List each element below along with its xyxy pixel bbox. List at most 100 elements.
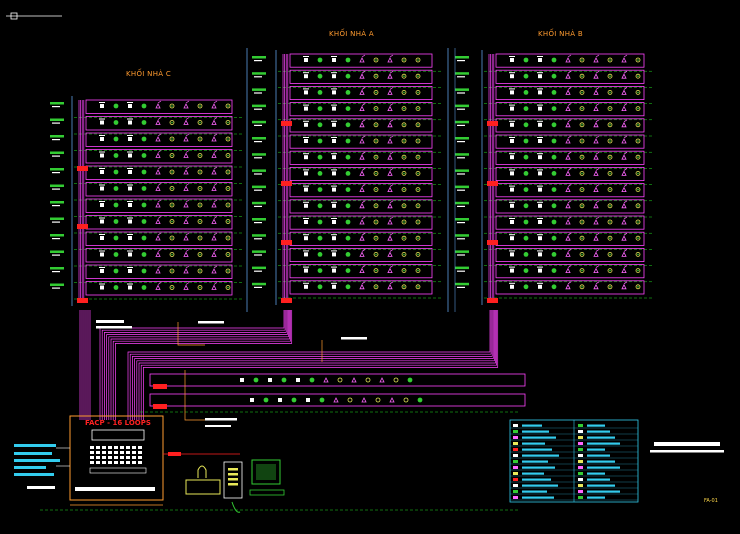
block-b-heat-detector	[551, 219, 557, 225]
block-c-mcp-lead	[213, 216, 218, 219]
block-a-detector-label	[303, 201, 309, 203]
block-c-heat-detector	[113, 120, 119, 125]
block-b-heat-detector	[551, 106, 557, 111]
block-a-manual-call-point	[359, 105, 365, 111]
block-a-floor-tag	[252, 234, 266, 237]
block-c-junction-box	[77, 166, 88, 171]
block-b-mcp-lead	[623, 54, 628, 58]
block-c-detector-label	[99, 151, 105, 153]
block-c-bell-core	[199, 286, 201, 289]
block-b-bell-core	[609, 91, 611, 94]
legend-desc-bar	[587, 472, 605, 475]
block-b-mcp-lead	[567, 184, 572, 187]
podium-bell	[375, 397, 381, 403]
block-c-mcp-lead	[213, 282, 218, 285]
legend-desc-bar	[587, 478, 610, 481]
block-a-manual-call-point	[359, 283, 365, 290]
block-a-detector-label	[331, 153, 337, 155]
leader-tag	[341, 337, 367, 340]
block-b-detector-label	[509, 234, 515, 236]
block-b-manual-call-point	[565, 105, 571, 111]
block-c-bell-core	[171, 171, 173, 173]
block-b-manual-call-point	[621, 73, 627, 79]
block-a-detector-label	[331, 72, 337, 74]
block-c-mcp-lead	[157, 133, 162, 137]
block-b-mcp-lead	[623, 184, 628, 187]
block-b-manual-call-point	[565, 251, 571, 257]
block-a-heat-detector	[317, 187, 323, 193]
panel-zone-led	[132, 446, 136, 449]
block-c-mcp-lead	[213, 232, 218, 236]
legend-symbol	[578, 442, 583, 445]
block-a-detector-label	[331, 218, 337, 219]
block-a-manual-call-point	[387, 89, 393, 95]
panel-zone-led	[138, 446, 142, 449]
block-b-bell-core	[609, 75, 611, 77]
block-c-mcp-lead	[213, 199, 218, 203]
block-b-mcp-lead	[567, 281, 572, 285]
block-c-bell-core	[171, 253, 173, 256]
panel-zone-led	[102, 456, 106, 459]
block-b-mcp-lead	[623, 103, 628, 106]
panel-zone-led	[114, 461, 118, 464]
block-c-bell-core	[199, 237, 201, 239]
block-a-floor-tag	[252, 218, 266, 221]
block-a-smoke-detector	[332, 268, 336, 273]
block-b-floor-tag-sub	[457, 76, 465, 78]
block-b-junction-box	[487, 298, 498, 303]
block-c-heat-detector	[113, 268, 119, 274]
block-c-mcp-lead	[185, 199, 190, 203]
block-b-junction-box	[487, 181, 498, 186]
legend-symbol	[578, 472, 583, 475]
block-c-bell-core	[227, 105, 229, 107]
legend-symbol	[513, 424, 518, 427]
block-a-junction-box	[281, 181, 292, 186]
block-a-junction-box	[281, 298, 292, 303]
block-a-manual-call-point	[359, 202, 365, 209]
block-c-smoke-detector	[128, 252, 132, 257]
panel-zone-led	[120, 456, 124, 459]
block-b-smoke-detector	[538, 252, 542, 257]
legend-desc-bar	[522, 442, 545, 445]
block-b-smoke-detector	[510, 187, 514, 192]
handset-icon	[197, 465, 207, 478]
block-b-mcp-lead	[623, 151, 628, 155]
block-c-manual-call-point	[211, 169, 217, 175]
block-b-floor-tag	[455, 88, 469, 91]
block-b-manual-call-point	[593, 105, 599, 111]
block-b-mcp-lead	[595, 103, 600, 106]
podium-smoke-detector	[240, 378, 244, 382]
block-c-floor-tag-sub	[52, 172, 60, 174]
block-b-detector-label	[537, 169, 543, 171]
block-c-smoke-detector	[128, 120, 132, 125]
legend-symbol	[513, 460, 518, 463]
block-b-manual-call-point	[565, 154, 571, 160]
block-b-manual-call-point	[565, 186, 571, 192]
block-b-manual-call-point	[593, 267, 599, 273]
block-b-smoke-detector	[538, 171, 542, 176]
block-a-mcp-lead	[361, 70, 366, 74]
block-c-smoke-detector	[100, 219, 104, 224]
block-b-bell-core	[637, 221, 639, 223]
block-b-manual-call-point	[593, 235, 599, 241]
block-b-mcp-lead	[567, 70, 572, 74]
block-a-bell-core	[403, 172, 405, 175]
block-a-floor-tag-sub	[254, 141, 262, 143]
block-c-manual-call-point	[183, 202, 189, 208]
block-b-mcp-lead	[567, 103, 572, 106]
legend-desc-bar	[587, 490, 620, 493]
block-b-manual-call-point	[621, 89, 627, 95]
block-c-smoke-detector	[100, 269, 104, 273]
podium-heat-detector	[407, 377, 413, 383]
block-b-mcp-lead	[623, 249, 628, 252]
block-a-bell-core	[403, 253, 405, 256]
block-c-mcp-lead	[185, 183, 190, 186]
block-b-heat-detector	[523, 219, 529, 225]
block-c-floor-tag-sub	[52, 188, 60, 190]
block-c-detector-label	[99, 118, 105, 120]
block-c-manual-call-point	[155, 103, 161, 109]
panel-zone-led	[138, 461, 142, 464]
block-a-manual-call-point	[387, 251, 393, 257]
panel-zone-led	[102, 461, 106, 464]
block-c-detector-label	[127, 135, 133, 136]
